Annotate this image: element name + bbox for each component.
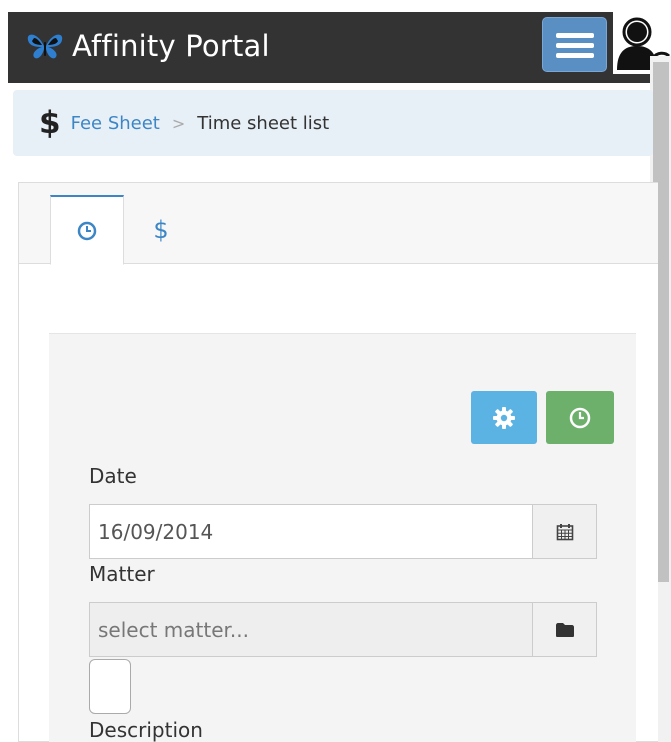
settings-button[interactable] — [471, 391, 537, 444]
calendar-button[interactable] — [532, 504, 597, 559]
timer-button[interactable] — [546, 391, 614, 444]
menu-bar-icon — [556, 43, 594, 48]
dollar-icon: $ — [39, 105, 61, 141]
dollar-icon: $ — [153, 216, 169, 244]
time-sheet-panel: $ Date 16/09/2014 Matter select matter..… — [18, 182, 658, 742]
breadcrumb-link-fee-sheet[interactable]: Fee Sheet — [71, 113, 160, 134]
folder-icon — [555, 622, 574, 637]
billable-checkbox[interactable] — [89, 659, 131, 714]
date-input[interactable]: 16/09/2014 — [89, 504, 532, 559]
menu-bar-icon — [556, 53, 594, 58]
top-navbar: Affinity Portal — [8, 12, 671, 83]
gear-icon — [493, 406, 515, 429]
hamburger-menu-button[interactable] — [542, 17, 607, 72]
date-label: Date — [89, 464, 137, 488]
breadcrumb-current: Time sheet list — [197, 112, 330, 134]
time-entry-form: Date 16/09/2014 Matter select matter... — [49, 333, 636, 742]
butterfly-logo-icon — [27, 34, 63, 59]
brand[interactable]: Affinity Portal — [26, 28, 270, 64]
app-title: Affinity Portal — [72, 29, 270, 63]
tab-fees[interactable]: $ — [124, 195, 198, 265]
matter-browse-button[interactable] — [532, 602, 597, 657]
breadcrumb-separator: > — [171, 113, 186, 133]
matter-input[interactable]: select matter... — [89, 602, 532, 657]
description-label: Description — [89, 718, 203, 742]
tab-bar: $ — [19, 183, 658, 265]
date-input-group: 16/09/2014 — [89, 504, 597, 559]
matter-input-group: select matter... — [89, 602, 597, 657]
matter-label: Matter — [89, 562, 155, 586]
clock-icon — [569, 407, 591, 428]
calendar-icon — [556, 523, 573, 540]
menu-bar-icon — [556, 33, 594, 38]
breadcrumb: $ Fee Sheet > Time sheet list — [13, 90, 653, 156]
clock-icon — [77, 221, 97, 240]
tab-time[interactable] — [50, 195, 124, 265]
